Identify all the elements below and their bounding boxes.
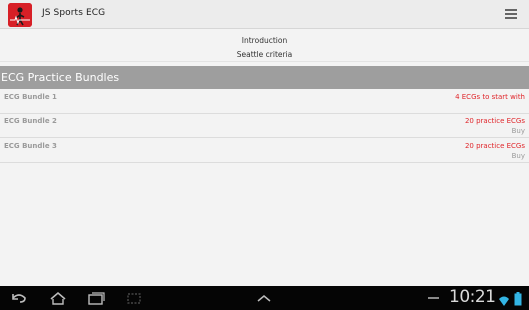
notification-dash-icon	[428, 297, 439, 299]
system-clock[interactable]: 10:21	[449, 287, 496, 307]
bundle-row-3[interactable]: ECG Bundle 3 20 practice ECGs Buy	[0, 139, 529, 163]
app-title: JS Sports ECG	[42, 8, 106, 18]
battery-icon	[514, 291, 522, 306]
screenshot-icon[interactable]	[125, 290, 143, 306]
section-header: ECG Practice Bundles	[0, 66, 529, 89]
buy-button[interactable]: Buy	[512, 127, 525, 135]
bundle-description: 4 ECGs to start with	[455, 93, 525, 101]
action-bar: JS Sports ECG	[0, 0, 529, 29]
bundle-row-2[interactable]: ECG Bundle 2 20 practice ECGs Buy	[0, 114, 529, 138]
app-logo-icon[interactable]	[8, 3, 32, 27]
bundle-name: ECG Bundle 2	[4, 117, 57, 125]
bundle-name: ECG Bundle 1	[4, 93, 57, 101]
back-icon[interactable]	[10, 290, 28, 306]
bundle-name: ECG Bundle 3	[4, 142, 57, 150]
system-navigation-bar: 10:21	[0, 286, 529, 310]
home-icon[interactable]	[49, 290, 67, 306]
up-chevron-icon[interactable]	[255, 290, 273, 306]
bundle-row-1[interactable]: ECG Bundle 1 4 ECGs to start with	[0, 90, 529, 114]
overflow-menu-icon[interactable]	[505, 9, 517, 21]
menu-item-introduction[interactable]: Introduction	[0, 33, 529, 48]
bundle-description: 20 practice ECGs	[464, 117, 525, 125]
menu-item-seattle-criteria[interactable]: Seattle criteria	[0, 47, 529, 62]
buy-button[interactable]: Buy	[512, 152, 525, 160]
recent-apps-icon[interactable]	[87, 290, 105, 306]
bundle-description: 20 practice ECGs	[464, 142, 525, 150]
wifi-icon	[498, 292, 510, 306]
